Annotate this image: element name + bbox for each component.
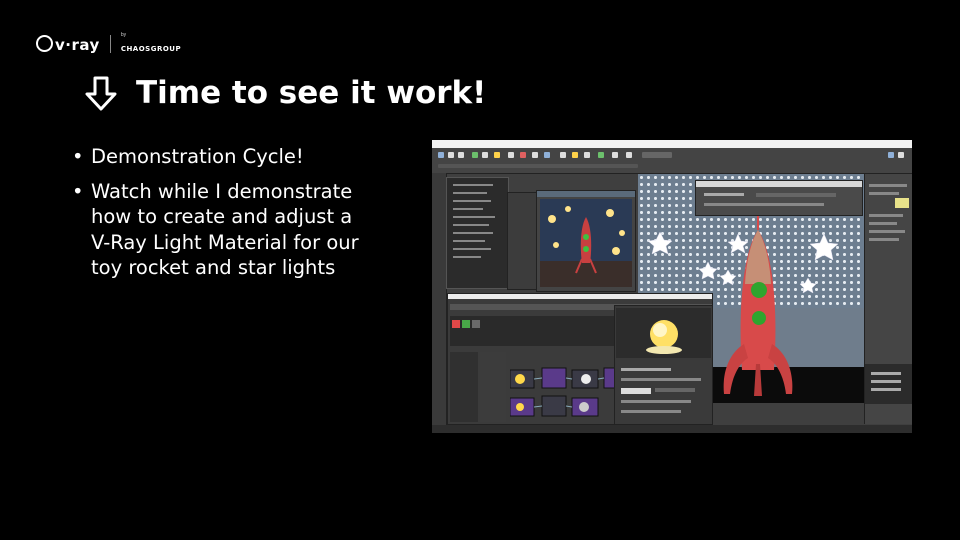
bullet-item: Demonstration Cycle! — [70, 144, 370, 170]
brand-logo: v·ray by CHAOSGROUP — [36, 32, 181, 56]
title-bar — [432, 140, 912, 148]
render-view-panel — [536, 190, 636, 292]
material-preview-panel — [614, 305, 713, 425]
chaosgroup-wordmark: CHAOSGROUP — [120, 45, 182, 53]
vray-wordmark: v·ray — [55, 35, 100, 54]
slide-heading: Time to see it work! — [82, 74, 486, 112]
bullet-item: Watch while I demonstrate how to create … — [70, 179, 370, 281]
app-screenshot — [432, 140, 912, 433]
status-bar — [432, 425, 912, 433]
toolbox — [432, 173, 447, 425]
light-material-sphere-icon — [616, 308, 711, 358]
arrow-down-icon — [85, 76, 117, 111]
render-view-icon — [540, 199, 632, 287]
shelf-toolbar — [432, 148, 912, 174]
attribute-editor — [695, 180, 863, 216]
outliner-panel — [446, 177, 509, 289]
channel-box — [864, 174, 912, 424]
chaosgroup-logo: by CHAOSGROUP — [121, 32, 181, 56]
attribute-strip — [507, 192, 537, 290]
bullet-list: Demonstration Cycle! Watch while I demon… — [70, 144, 370, 290]
vray-check-icon — [36, 34, 53, 52]
slide-title: Time to see it work! — [136, 75, 487, 111]
logo-divider — [109, 35, 111, 53]
vray-logo: v·ray — [36, 34, 100, 54]
by-label: by — [120, 32, 127, 38]
